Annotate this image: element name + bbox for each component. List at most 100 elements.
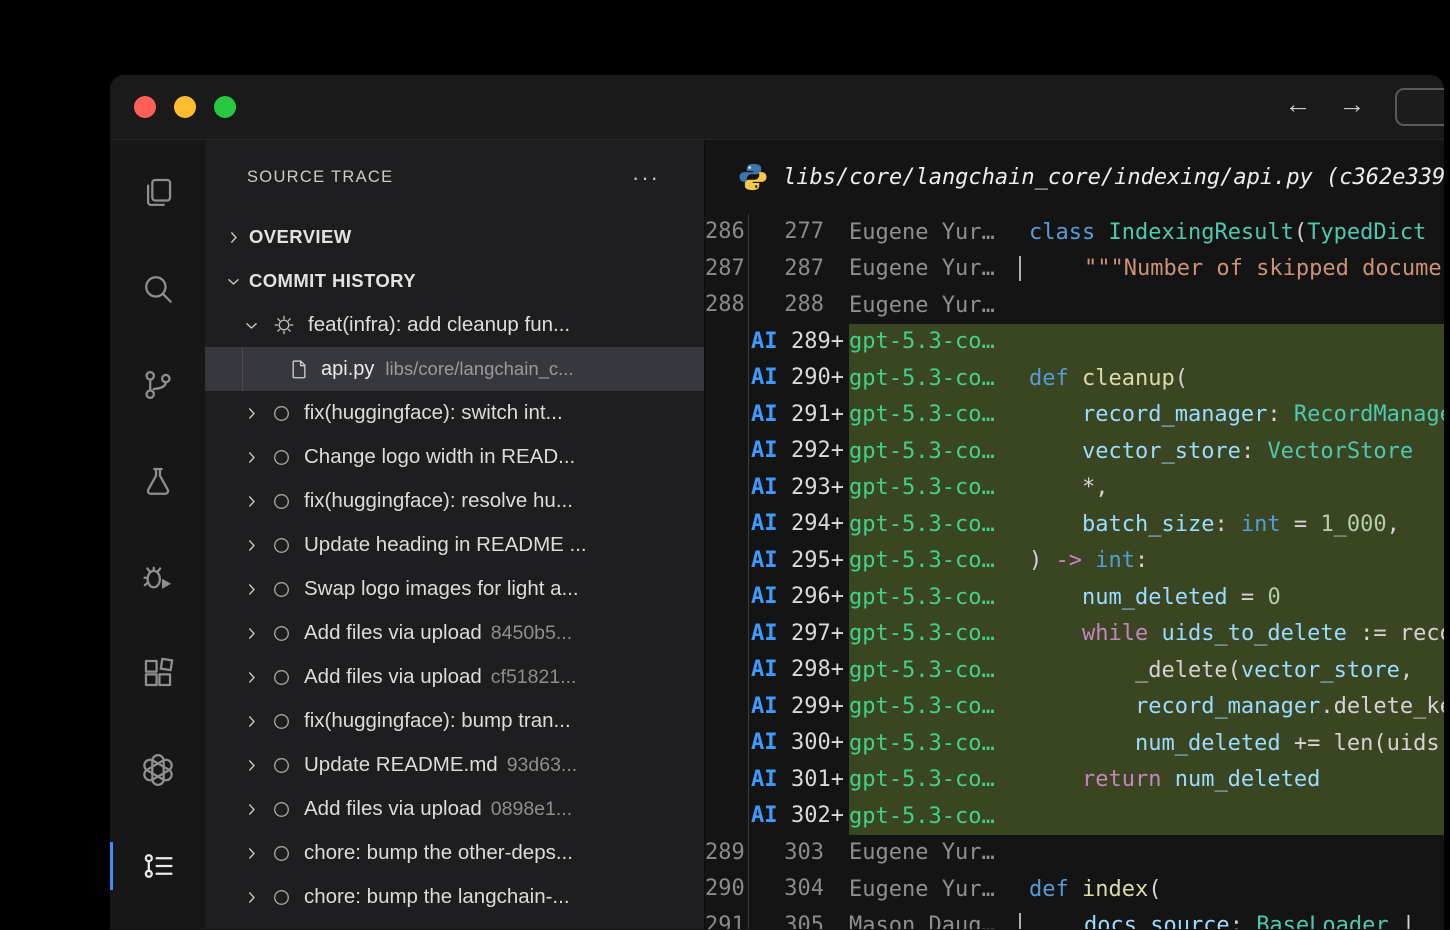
code-line[interactable]: AI298+gpt-5.3-co… _delete(vector_store, — [705, 652, 1444, 689]
blame-author: Mason Daug… — [849, 913, 1019, 929]
file-name: api.py — [321, 358, 374, 381]
commit-row[interactable]: fix(huggingface): bump tran... — [205, 699, 704, 743]
sidebar-title: SOURCE TRACE — [247, 168, 393, 187]
code-line[interactable]: 291305Mason Daug… docs_source: BaseLoade… — [705, 908, 1444, 930]
commit-dot-icon — [272, 800, 291, 819]
chevron-right-icon — [243, 757, 260, 774]
blame-author: Eugene Yur… — [849, 840, 1019, 865]
code-line[interactable]: 287287Eugene Yur… """Number of skipped d… — [705, 251, 1444, 288]
commit-label: Change logo width in READ... — [304, 445, 575, 469]
code-line[interactable]: AI300+gpt-5.3-co… num_deleted += len(uid… — [705, 725, 1444, 762]
code-line[interactable]: AI293+gpt-5.3-co… *, — [705, 470, 1444, 507]
diff-added-region: gpt-5.3-co…) -> int: — [849, 543, 1444, 580]
diff-added-region: gpt-5.3-co… — [849, 798, 1444, 835]
commit-row-expanded[interactable]: feat(infra): add cleanup fun... — [205, 303, 704, 347]
blame-author: gpt-5.3-co… — [849, 621, 1019, 646]
code-line[interactable]: 290304Eugene Yur…def index( — [705, 871, 1444, 908]
code-line[interactable]: AI289+gpt-5.3-co… — [705, 324, 1444, 361]
commit-row[interactable]: Swap logo images for light a... — [205, 567, 704, 611]
gutter-line-number — [705, 798, 749, 835]
sidebar-section-overview[interactable]: OVERVIEW — [205, 215, 704, 259]
python-icon — [738, 162, 768, 192]
commit-label: Swap logo images for light a... — [304, 577, 579, 601]
gutter-line-number — [705, 433, 749, 470]
code-line[interactable]: AI296+gpt-5.3-co… num_deleted = 0 — [705, 579, 1444, 616]
ai-line-number: AI295+ — [749, 543, 849, 580]
code-region: Mason Daug… docs_source: BaseLoader | — [849, 908, 1444, 930]
blame-author: gpt-5.3-co… — [849, 804, 1019, 829]
code-line[interactable]: AI297+gpt-5.3-co… while uids_to_delete :… — [705, 616, 1444, 653]
blame-author: gpt-5.3-co… — [849, 585, 1019, 610]
code-line[interactable]: 288288Eugene Yur… — [705, 287, 1444, 324]
code-line[interactable]: AI294+gpt-5.3-co… batch_size: int = 1_00… — [705, 506, 1444, 543]
blame-author: gpt-5.3-co… — [849, 512, 1019, 537]
command-search-box[interactable] — [1395, 88, 1444, 126]
commit-row[interactable]: Add files via upload8450b5... — [205, 611, 704, 655]
blame-author: gpt-5.3-co… — [849, 439, 1019, 464]
commit-row[interactable]: Update README.md93d63... — [205, 743, 704, 787]
source-trace-icon[interactable] — [110, 842, 205, 890]
ai-badge: AI — [751, 725, 778, 762]
commit-row[interactable]: Add files via uploadcf51821... — [205, 655, 704, 699]
close-button[interactable] — [134, 96, 156, 118]
ai-badge: AI — [751, 579, 778, 616]
commit-row[interactable]: fix(huggingface): resolve hu... — [205, 479, 704, 523]
openai-icon[interactable] — [110, 746, 205, 794]
blame-author: Eugene Yur… — [849, 256, 1019, 281]
beaker-icon[interactable] — [110, 457, 205, 505]
commit-row[interactable]: Change logo width in READ... — [205, 435, 704, 479]
code-line[interactable]: AI292+gpt-5.3-co… vector_store: VectorSt… — [705, 433, 1444, 470]
search-icon[interactable] — [110, 265, 205, 313]
blame-author: Eugene Yur… — [849, 220, 1019, 245]
gutter-line-number: 291 — [705, 908, 749, 930]
debug-icon[interactable] — [110, 553, 205, 601]
commit-row[interactable]: chore: bump the langchain-... — [205, 875, 704, 919]
sidebar-section-commit-history[interactable]: COMMIT HISTORY — [205, 259, 704, 303]
ai-line-number: AI298+ — [749, 652, 849, 689]
commit-row[interactable]: Update heading in README ... — [205, 523, 704, 567]
chevron-right-icon — [243, 493, 260, 510]
blame-author: gpt-5.3-co… — [849, 329, 1019, 354]
diff-added-region: gpt-5.3-co… record_manager.delete_keys — [849, 689, 1444, 726]
commit-label: chore: bump the langchain-... — [304, 885, 570, 909]
line-number: 287 — [749, 251, 849, 288]
nav-forward-button[interactable]: → — [1332, 89, 1372, 120]
commit-row[interactable]: fix(huggingface): switch int... — [205, 391, 704, 435]
blame-author: gpt-5.3-co… — [849, 402, 1019, 427]
code-line[interactable]: AI290+gpt-5.3-co…def cleanup( — [705, 360, 1444, 397]
code-line[interactable]: 286277Eugene Yur…class IndexingResult(Ty… — [705, 214, 1444, 251]
chevron-right-icon — [243, 449, 260, 466]
ai-line-number: AI291+ — [749, 397, 849, 434]
code-line[interactable]: AI299+gpt-5.3-co… record_manager.delete_… — [705, 689, 1444, 726]
commit-label: Add files via upload — [304, 621, 482, 645]
ai-badge: AI — [751, 433, 778, 470]
gutter-line-number: 288 — [705, 287, 749, 324]
files-icon[interactable] — [110, 168, 205, 216]
more-actions-icon[interactable]: ··· — [632, 173, 660, 183]
editor-file-header: libs/core/langchain_core/indexing/api.py… — [705, 140, 1444, 214]
code-text: num_deleted = 0 — [1019, 585, 1281, 610]
commit-row[interactable]: Add files via upload0898e1... — [205, 787, 704, 831]
blame-author: gpt-5.3-co… — [849, 731, 1019, 756]
minimize-button[interactable] — [174, 96, 196, 118]
file-row-api-py[interactable]: api.py libs/core/langchain_c... — [205, 347, 704, 391]
code-text: _delete(vector_store, — [1019, 658, 1413, 683]
nav-back-button[interactable]: ← — [1278, 89, 1318, 120]
source-control-icon[interactable] — [110, 361, 205, 409]
code-text: class IndexingResult(TypedDict — [1019, 220, 1426, 245]
sidebar-header: SOURCE TRACE ··· — [205, 140, 704, 215]
zoom-button[interactable] — [214, 96, 236, 118]
code-line[interactable]: AI302+gpt-5.3-co… — [705, 798, 1444, 835]
extensions-icon[interactable] — [110, 649, 205, 697]
code-text: record_manager: RecordManager — [1019, 402, 1444, 427]
code-line[interactable]: AI291+gpt-5.3-co… record_manager: Record… — [705, 397, 1444, 434]
chevron-right-icon — [243, 669, 260, 686]
code-region: Eugene Yur… """Number of skipped docume — [849, 251, 1444, 288]
code-line[interactable]: AI301+gpt-5.3-co… return num_deleted — [705, 762, 1444, 799]
commit-dot-icon — [272, 448, 291, 467]
gutter-line-number — [705, 397, 749, 434]
commit-row[interactable]: chore: bump the other-deps... — [205, 831, 704, 875]
code-line[interactable]: AI295+gpt-5.3-co…) -> int: — [705, 543, 1444, 580]
gutter-line-number: 290 — [705, 871, 749, 908]
code-line[interactable]: 289303Eugene Yur… — [705, 835, 1444, 872]
